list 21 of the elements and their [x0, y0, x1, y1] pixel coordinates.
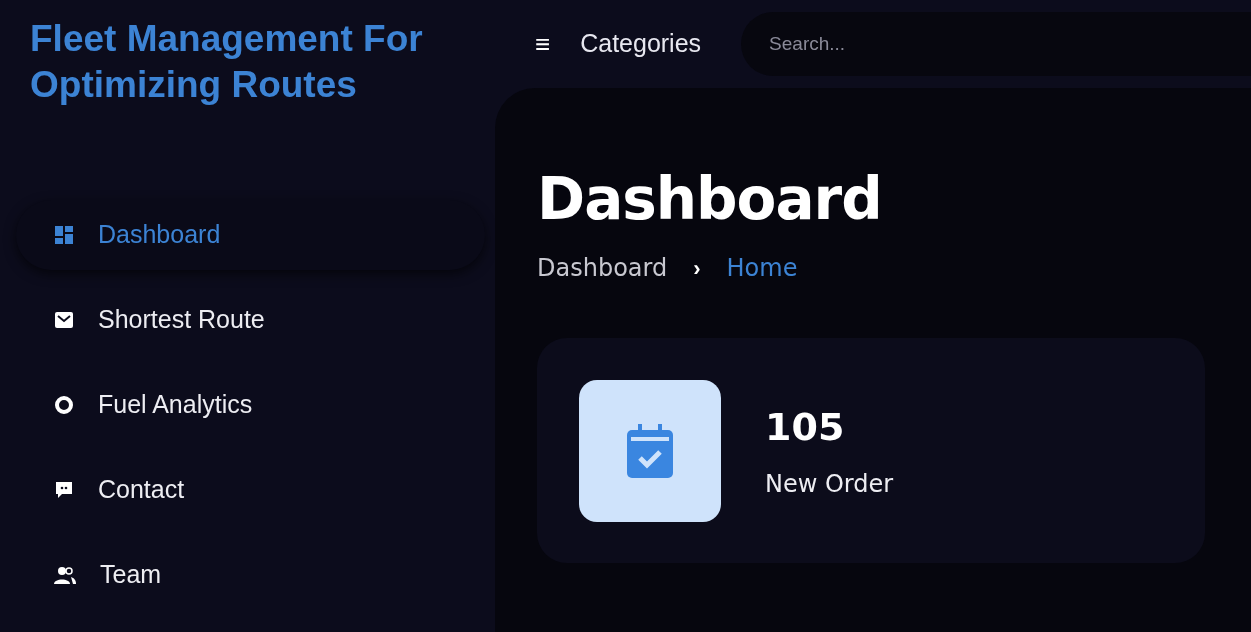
page-title: Dashboard [537, 164, 883, 234]
search-field[interactable]: Search... [741, 12, 1251, 76]
categories-label[interactable]: Categories [580, 25, 702, 63]
nav-item[interactable]: Team [16, 540, 485, 610]
breadcrumb-link[interactable]: Dashboard [537, 250, 668, 286]
calendar-check-icon [625, 423, 675, 478]
nav-item[interactable]: Dashboard [16, 200, 485, 270]
app-title: Fleet Management For Optimizing Routes [30, 17, 424, 107]
mail-icon [54, 311, 74, 329]
nav-item[interactable]: Fuel Analytics [16, 370, 485, 440]
grid-icon [54, 225, 74, 245]
people-icon [54, 566, 76, 584]
menu-button[interactable]: ≡ [535, 31, 551, 57]
nav-item[interactable]: Contact [16, 455, 485, 525]
ring-icon [54, 395, 74, 415]
nav-item[interactable]: Shortest Route [16, 285, 485, 355]
stat-value: 105 [765, 404, 846, 451]
breadcrumb-separator: › [693, 254, 701, 283]
breadcrumb-link[interactable]: Home [726, 250, 798, 286]
chat-icon [54, 480, 74, 500]
stat-label: New Order [765, 469, 894, 500]
